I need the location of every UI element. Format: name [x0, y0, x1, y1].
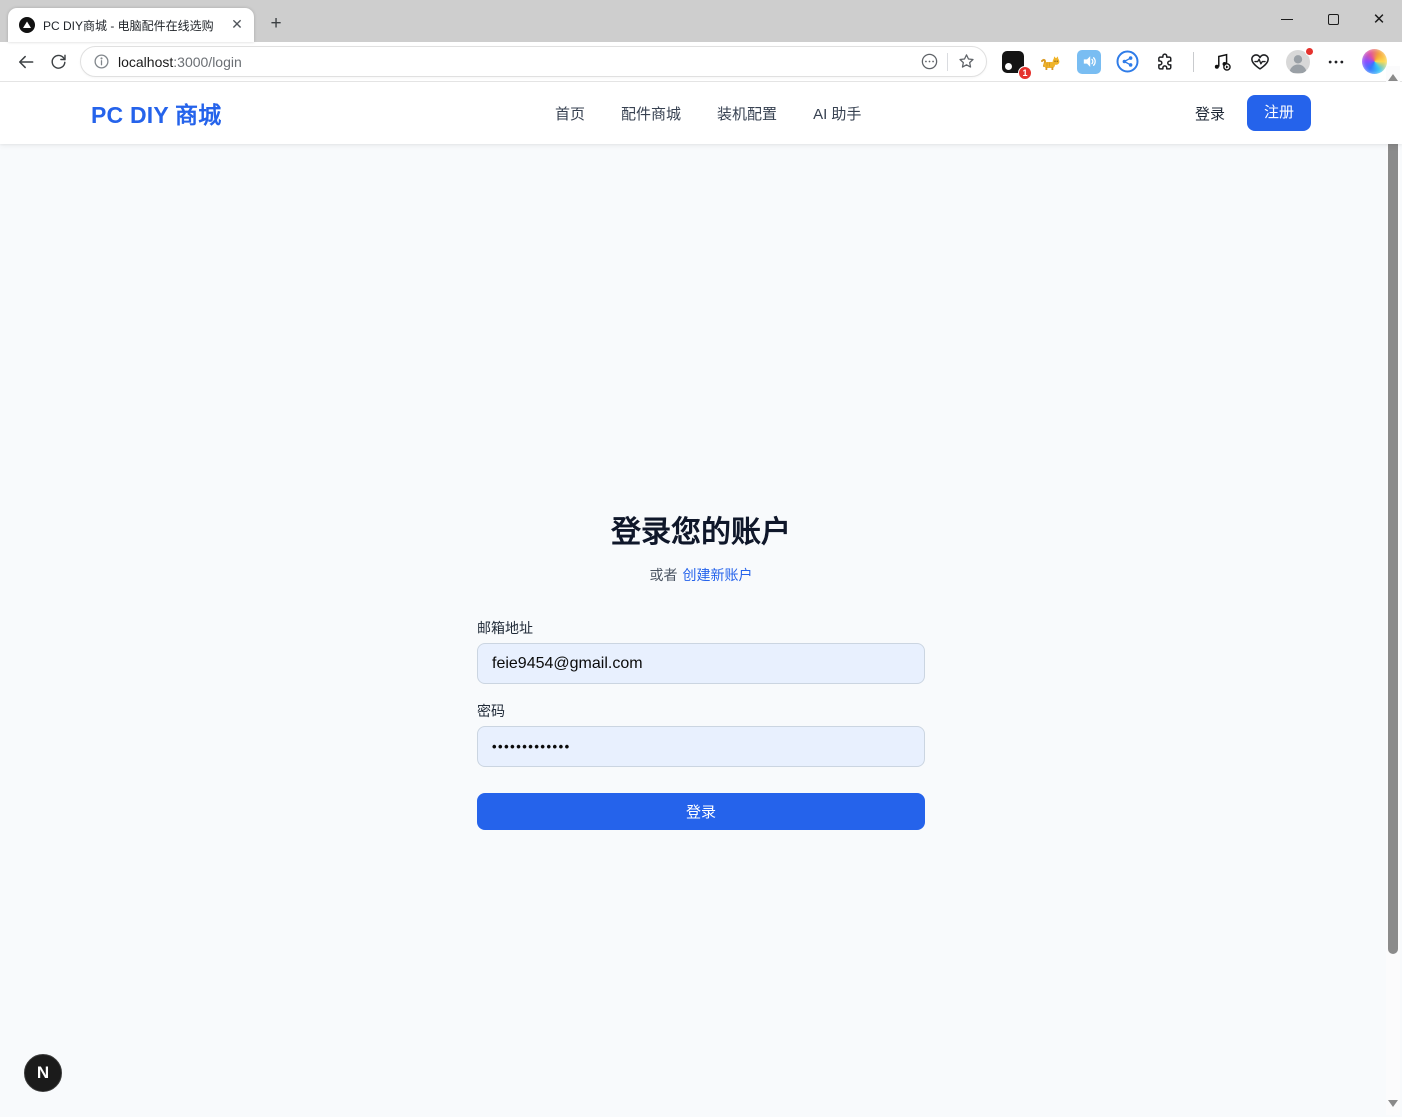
login-section: 登录您的账户 或者创建新账户 邮箱地址 密码 登录 — [0, 144, 1402, 830]
more-menu-icon — [1326, 52, 1346, 72]
subtitle-prefix: 或者 — [650, 567, 678, 583]
copilot-button[interactable] — [1360, 48, 1388, 76]
address-bar[interactable]: localhost:3000/login — [80, 46, 987, 77]
password-group: 密码 — [477, 701, 925, 767]
star-icon — [957, 52, 976, 71]
nav-build-config[interactable]: 装机配置 — [717, 103, 777, 124]
minimize-button[interactable] — [1264, 0, 1310, 38]
nextjs-icon: N — [37, 1063, 49, 1083]
page-scrollbar[interactable] — [1386, 66, 1400, 1115]
maximize-button[interactable] — [1310, 0, 1356, 38]
settings-more-button[interactable] — [1322, 48, 1350, 76]
window-controls: ✕ — [1264, 0, 1402, 42]
speaker-extension-button[interactable] — [1075, 48, 1103, 76]
minimize-icon — [1281, 19, 1293, 20]
page-viewport: PC DIY 商城 首页 配件商城 装机配置 AI 助手 登录 注册 登录您的账… — [0, 82, 1402, 1117]
maximize-icon — [1328, 14, 1339, 25]
site-logo[interactable]: PC DIY 商城 — [91, 96, 221, 130]
scrollbar-down-arrow-icon[interactable] — [1388, 1100, 1398, 1107]
profile-notification-dot — [1305, 47, 1314, 56]
profile-avatar-icon — [1285, 49, 1311, 75]
music-note-icon — [1211, 51, 1233, 73]
nav-home[interactable]: 首页 — [555, 103, 585, 124]
url-text: localhost:3000/login — [118, 54, 915, 70]
login-form: 邮箱地址 密码 登录 — [477, 618, 925, 830]
nextjs-devtools-button[interactable]: N — [24, 1054, 62, 1092]
share-extension-icon — [1115, 49, 1140, 74]
refresh-button[interactable] — [42, 46, 74, 78]
nav-parts-store[interactable]: 配件商城 — [621, 103, 681, 124]
copilot-icon — [1362, 49, 1387, 74]
cat-extension-icon — [1039, 50, 1063, 74]
browser-tab[interactable]: PC DIY商城 - 电脑配件在线选购 ✕ — [8, 8, 254, 42]
scrollbar-up-arrow-icon[interactable] — [1388, 74, 1398, 81]
main-nav: 首页 配件商城 装机配置 AI 助手 — [555, 103, 861, 124]
info-icon — [93, 53, 110, 70]
login-title: 登录您的账户 — [0, 515, 1402, 551]
omnibox-divider — [947, 53, 948, 71]
url-host: localhost — [118, 54, 173, 70]
favorite-button[interactable] — [952, 48, 980, 76]
back-button[interactable] — [10, 46, 42, 78]
page-actions-button[interactable] — [915, 48, 943, 76]
extensions-menu-button[interactable] — [1151, 48, 1179, 76]
extension-badge: 1 — [1018, 66, 1032, 80]
cat-extension-button[interactable] — [1037, 48, 1065, 76]
heart-pulse-icon — [1249, 51, 1271, 73]
site-favicon-icon — [19, 17, 35, 33]
refresh-icon — [49, 52, 68, 71]
password-field[interactable] — [477, 726, 925, 767]
header-login-link[interactable]: 登录 — [1195, 103, 1225, 124]
site-header: PC DIY 商城 首页 配件商城 装机配置 AI 助手 登录 注册 — [0, 82, 1402, 144]
close-icon: ✕ — [1373, 12, 1386, 27]
browser-toolbar: localhost:3000/login 1 — [0, 42, 1402, 82]
extensions-row: 1 — [995, 48, 1392, 76]
email-label: 邮箱地址 — [477, 618, 925, 638]
close-button[interactable]: ✕ — [1356, 0, 1402, 38]
back-icon — [16, 52, 36, 72]
login-submit-button[interactable]: 登录 — [477, 793, 925, 830]
email-field[interactable] — [477, 643, 925, 684]
browser-essentials-button[interactable] — [1246, 48, 1274, 76]
nav-ai-assistant[interactable]: AI 助手 — [813, 103, 861, 124]
tab-close-icon[interactable]: ✕ — [228, 16, 246, 34]
new-tab-button[interactable]: + — [262, 10, 290, 38]
extension-dark-button[interactable]: 1 — [999, 48, 1027, 76]
puzzle-extensions-icon — [1155, 51, 1176, 72]
browser-titlebar: PC DIY商城 - 电脑配件在线选购 ✕ + ✕ — [0, 0, 1402, 42]
url-path: :3000/login — [173, 54, 242, 70]
register-button[interactable]: 注册 — [1247, 95, 1311, 131]
toolbar-divider — [1193, 52, 1194, 72]
share-extension-button[interactable] — [1113, 48, 1141, 76]
create-account-link[interactable]: 创建新账户 — [683, 567, 753, 583]
profile-button[interactable] — [1284, 48, 1312, 76]
speaker-extension-icon — [1077, 50, 1101, 74]
login-subtitle: 或者创建新账户 — [0, 565, 1402, 585]
password-label: 密码 — [477, 701, 925, 721]
tab-title: PC DIY商城 - 电脑配件在线选购 — [43, 17, 228, 34]
scrollbar-thumb[interactable] — [1388, 88, 1398, 954]
media-controls-button[interactable] — [1208, 48, 1236, 76]
ellipsis-circle-icon — [920, 52, 939, 71]
auth-actions: 登录 注册 — [1195, 95, 1311, 131]
